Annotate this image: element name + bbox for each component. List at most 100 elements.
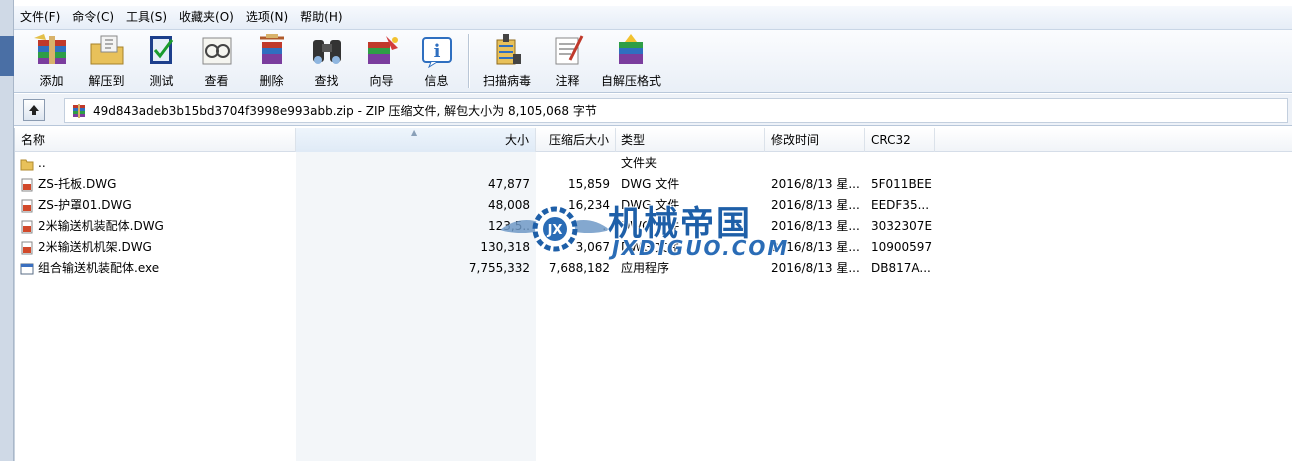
table-row[interactable]: 2米输送机装配体.DWG 123,5.. .. DWG 文件 2016/8/13… (15, 216, 1292, 237)
wizard-label: 向导 (369, 74, 394, 88)
file-name: 2米输送机装配体.DWG (38, 219, 164, 233)
extract-to-icon (85, 32, 129, 68)
toolbar-separator (468, 34, 470, 88)
find-button[interactable]: 查找 (299, 30, 354, 92)
wizard-icon (360, 32, 404, 68)
col-name-header[interactable]: 名称 (15, 128, 296, 152)
table-row[interactable]: 组合输送机装配体.exe 7,755,332 7,688,182 应用程序 20… (15, 258, 1292, 279)
file-packed (536, 153, 616, 174)
table-row[interactable]: ZS-护罩01.DWG 48,008 16,234 DWG 文件 2016/8/… (15, 195, 1292, 216)
sfx-icon (609, 32, 653, 68)
col-packed-header[interactable]: 压缩后大小 (536, 128, 616, 152)
view-icon (195, 32, 239, 68)
wizard-button[interactable]: 向导 (354, 30, 409, 92)
file-crc: EEDF35... (871, 198, 930, 212)
test-icon (140, 32, 184, 68)
file-packed: 15,859 (568, 177, 610, 191)
up-folder-button[interactable] (23, 99, 45, 121)
menu-file[interactable]: 文件(F) (14, 6, 66, 29)
menu-favorites[interactable]: 收藏夹(O) (173, 6, 240, 29)
view-label: 查看 (204, 74, 229, 88)
file-name: .. (38, 156, 46, 170)
file-packed: 7,688,182 (548, 261, 610, 275)
menu-bar: 文件(F) 命令(C) 工具(S) 收藏夹(O) 选项(N) 帮助(H) (14, 6, 1292, 29)
add-button[interactable]: 添加 (24, 30, 79, 92)
file-crc: 10900597 (871, 240, 933, 254)
file-type: DWG 文件 (621, 240, 680, 254)
address-field[interactable]: 49d843adeb3b15bd3704f3998e993abb.zip - Z… (64, 98, 1288, 123)
table-row[interactable]: ZS-托板.DWG 47,877 15,859 DWG 文件 2016/8/13… (15, 174, 1292, 195)
add-archive-icon (30, 32, 74, 68)
menu-commands[interactable]: 命令(C) (66, 6, 120, 29)
window-edge-accent (0, 36, 14, 76)
menu-tools[interactable]: 工具(S) (120, 6, 173, 29)
sfx-label: 自解压格式 (600, 74, 661, 88)
extract-to-button[interactable]: 解压到 (79, 30, 134, 92)
test-button[interactable]: 测试 (134, 30, 189, 92)
col-crc-header[interactable]: CRC32 (865, 128, 935, 152)
file-modified: 2016/8/13 星... (771, 261, 860, 275)
dwg-file-icon (21, 220, 33, 233)
menu-options[interactable]: 选项(N) (240, 6, 294, 29)
up-arrow-icon (29, 105, 39, 115)
dwg-file-icon (21, 199, 33, 212)
info-button[interactable]: i 信息 (409, 30, 464, 92)
file-name: ZS-托板.DWG (38, 177, 117, 191)
file-crc (865, 153, 935, 174)
table-row[interactable]: .. 文件夹 (15, 153, 1292, 174)
file-size: 47,877 (488, 177, 530, 191)
file-size: 7,755,332 (468, 261, 530, 275)
col-type-header[interactable]: 类型 (615, 128, 765, 152)
svg-text:i: i (433, 41, 440, 62)
info-icon: i (415, 32, 459, 68)
file-size: 48,008 (488, 198, 530, 212)
sfx-button[interactable]: 自解压格式 (595, 30, 667, 92)
file-type: DWG 文件 (621, 219, 680, 233)
dwg-file-icon (21, 178, 33, 191)
virus-scan-icon (485, 32, 529, 68)
file-packed: 16,234 (568, 198, 610, 212)
file-packed: 3,067 (575, 240, 610, 254)
file-size (296, 153, 536, 174)
comment-label: 注释 (555, 74, 580, 88)
file-modified: 2016/8/13 星... (771, 240, 860, 254)
info-label: 信息 (424, 74, 449, 88)
zip-archive-icon (73, 103, 85, 118)
find-label: 查找 (314, 74, 339, 88)
file-modified (765, 153, 865, 174)
file-type: 文件夹 (621, 156, 658, 170)
view-button[interactable]: 查看 (189, 30, 244, 92)
file-modified: 2016/8/13 星... (771, 198, 860, 212)
comment-icon (546, 32, 590, 68)
file-crc: 3032307E (871, 219, 933, 233)
file-type: DWG 文件 (621, 177, 680, 191)
file-packed: .. (602, 219, 610, 233)
virus-scan-button[interactable]: 扫描病毒 (474, 30, 540, 92)
delete-button[interactable]: 删除 (244, 30, 299, 92)
extract-to-label: 解压到 (88, 74, 125, 88)
window-edge (0, 0, 14, 461)
sort-ascending-icon: ▲ (411, 128, 418, 137)
file-name: 组合输送机装配体.exe (38, 261, 160, 275)
exe-file-icon (20, 263, 34, 274)
col-modified-header[interactable]: 修改时间 (765, 128, 865, 152)
address-bar: 49d843adeb3b15bd3704f3998e993abb.zip - Z… (14, 94, 1292, 126)
folder-icon (20, 159, 34, 170)
file-list: 名称 大小 ▲ 压缩后大小 类型 修改时间 CRC32 .. 文件夹 ZS-托板… (14, 128, 1292, 461)
table-row[interactable]: 2米输送机机架.DWG 130,318 3,067 DWG 文件 2016/8/… (15, 237, 1292, 258)
file-size: 123,5.. (488, 219, 530, 233)
add-label: 添加 (39, 74, 64, 88)
list-header: 名称 大小 ▲ 压缩后大小 类型 修改时间 CRC32 (15, 128, 1292, 152)
file-modified: 2016/8/13 星... (771, 219, 860, 233)
comment-button[interactable]: 注释 (540, 30, 595, 92)
file-type: DWG 文件 (621, 198, 680, 212)
address-text: 49d843adeb3b15bd3704f3998e993abb.zip - Z… (93, 104, 597, 118)
virus-scan-label: 扫描病毒 (482, 74, 531, 88)
delete-icon (250, 32, 294, 68)
toolbar: 添加 解压到 测试 查看 删除 查找 向导 i 信息 扫描病毒 注释 自解压格式 (14, 29, 1292, 93)
dwg-file-icon (21, 241, 33, 254)
menu-help[interactable]: 帮助(H) (294, 6, 348, 29)
file-name: 2米输送机机架.DWG (38, 240, 152, 254)
file-name: ZS-护罩01.DWG (38, 198, 132, 212)
file-type: 应用程序 (621, 261, 670, 275)
